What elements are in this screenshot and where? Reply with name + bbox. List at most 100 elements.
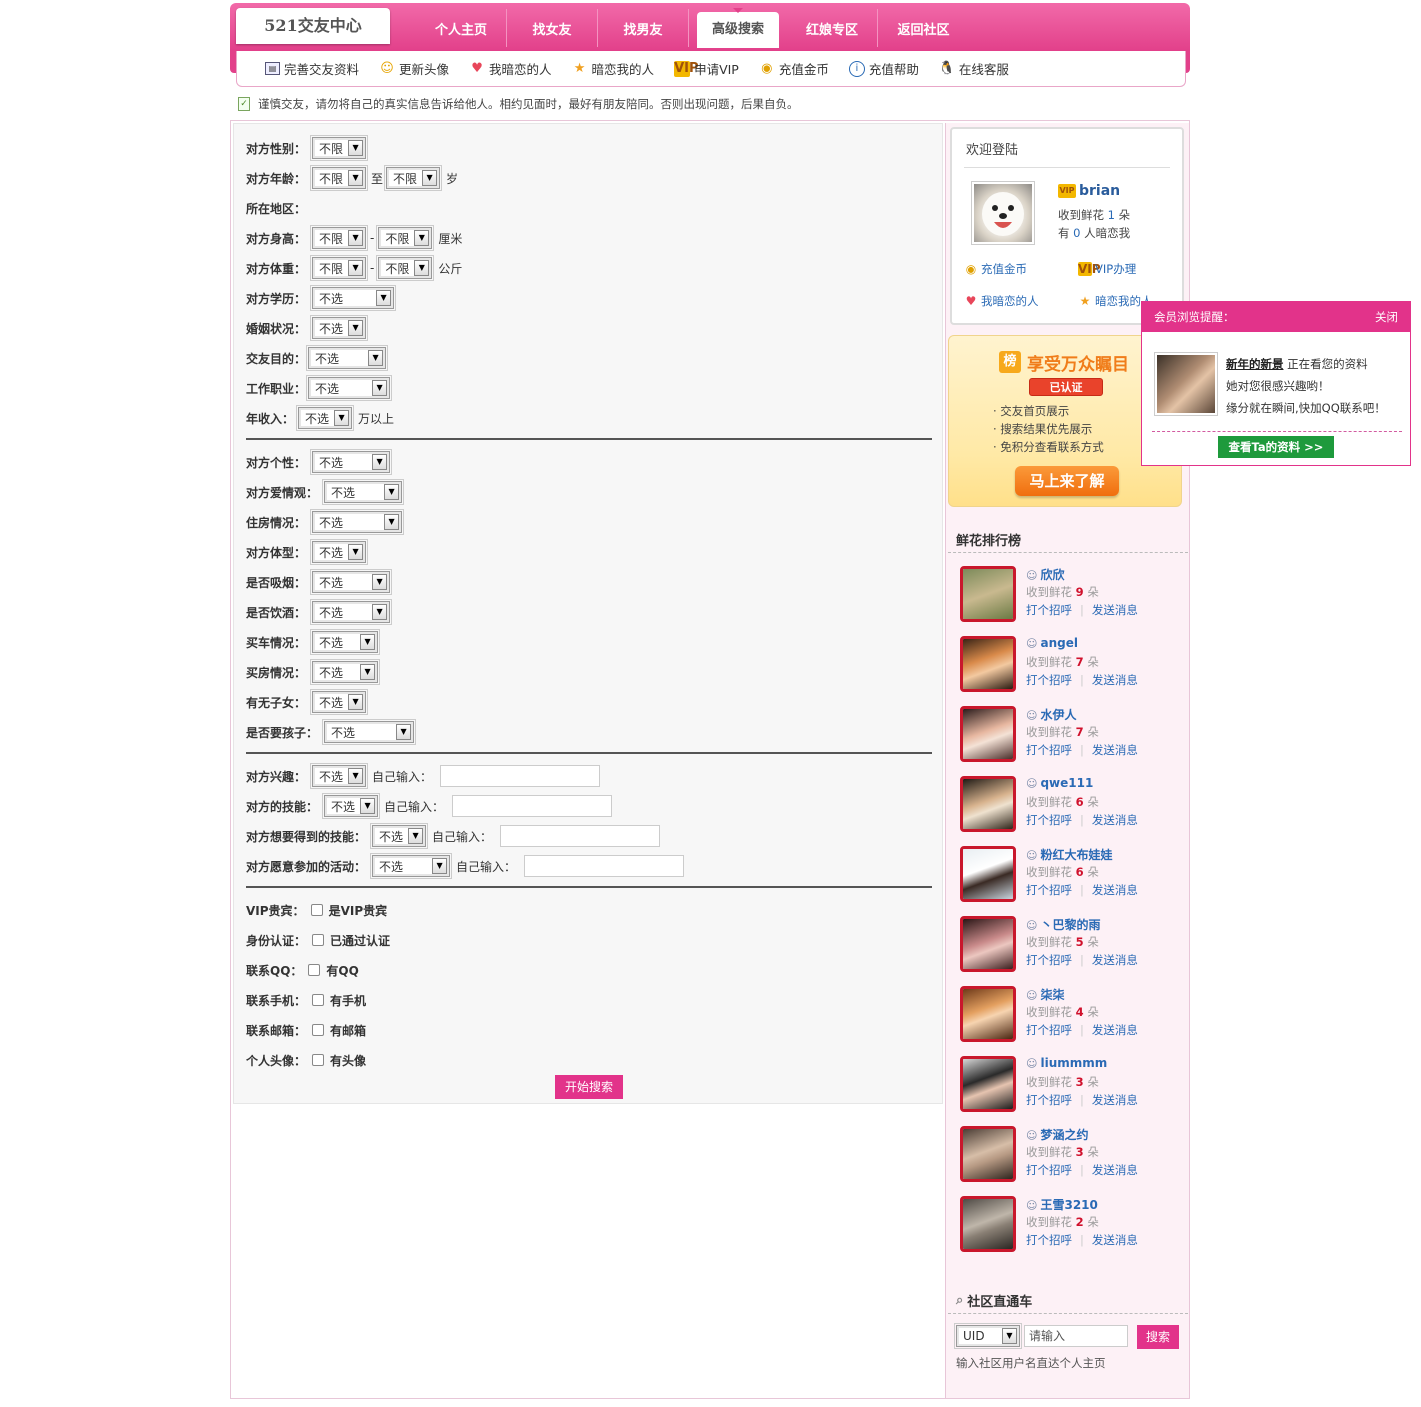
qq-checkbox[interactable] <box>308 964 321 976</box>
send-message-link[interactable]: 发送消息 <box>1092 603 1138 617</box>
visitor-name[interactable]: 新年的新景 <box>1226 357 1284 371</box>
ranking-name[interactable]: 梦涵之约 <box>1026 1126 1088 1143</box>
start-search-button[interactable]: 开始搜索 <box>555 1075 623 1099</box>
smoke-select[interactable]: 不选 ▼ <box>310 569 393 595</box>
personality-select[interactable]: 不选 ▼ <box>310 449 393 475</box>
cert-checkbox[interactable] <box>312 934 325 946</box>
phone-checkbox[interactable] <box>312 994 325 1006</box>
ranking-avatar[interactable] <box>960 916 1016 972</box>
greet-link[interactable]: 打个招呼 <box>1026 883 1072 897</box>
ranking-avatar[interactable] <box>960 1196 1016 1252</box>
send-message-link[interactable]: 发送消息 <box>1092 1023 1138 1037</box>
vip-checkbox[interactable] <box>310 904 323 916</box>
want-skills-custom-input[interactable] <box>500 825 661 847</box>
send-message-link[interactable]: 发送消息 <box>1092 1093 1138 1107</box>
want-skills-select[interactable]: 不选 ▼ <box>370 823 429 849</box>
ranking-name[interactable]: liummmm <box>1026 1056 1107 1070</box>
purpose-select[interactable]: 不选 ▼ <box>306 345 389 371</box>
popup-close-button[interactable]: 关闭 <box>1375 309 1398 325</box>
want-child-select[interactable]: 不选 ▼ <box>322 719 417 745</box>
avatar-checkbox[interactable] <box>312 1054 325 1066</box>
ranking-name[interactable]: 欣欣 <box>1026 566 1064 583</box>
greet-link[interactable]: 打个招呼 <box>1026 1163 1072 1177</box>
community-search-button[interactable]: 搜索 <box>1137 1325 1179 1349</box>
username[interactable]: VIP brian <box>1058 183 1120 199</box>
vip-link[interactable]: VIP VIP办理 <box>1078 261 1136 277</box>
income-select[interactable]: 不选 ▼ <box>296 405 355 431</box>
ranking-avatar[interactable] <box>960 776 1016 832</box>
weight-from-select[interactable]: 不限 ▼ <box>310 255 369 281</box>
subnav-complete-profile[interactable]: ▤ 完善交友资料 <box>265 59 359 78</box>
subnav-online-service[interactable]: 🐧 在线客服 <box>939 59 1009 78</box>
drink-select[interactable]: 不选 ▼ <box>310 599 393 625</box>
nav-home[interactable]: 个人主页 <box>416 9 507 47</box>
greet-link[interactable]: 打个招呼 <box>1026 1093 1072 1107</box>
height-from-select[interactable]: 不限 ▼ <box>310 225 369 251</box>
height-to-select[interactable]: 不限 ▼ <box>376 225 435 251</box>
ranking-avatar[interactable] <box>960 846 1016 902</box>
send-message-link[interactable]: 发送消息 <box>1092 673 1138 687</box>
greet-link[interactable]: 打个招呼 <box>1026 1023 1072 1037</box>
ranking-avatar[interactable] <box>960 986 1016 1042</box>
skills-select[interactable]: 不选 ▼ <box>322 793 381 819</box>
send-message-link[interactable]: 发送消息 <box>1092 743 1138 757</box>
site-logo[interactable]: 521交友中心 <box>236 8 390 44</box>
nav-find-girlfriend[interactable]: 找女友 <box>507 9 598 47</box>
send-message-link[interactable]: 发送消息 <box>1092 953 1138 967</box>
job-select[interactable]: 不选 ▼ <box>306 375 393 401</box>
ranking-name[interactable]: 柒柒 <box>1026 986 1064 1003</box>
recharge-coins-link[interactable]: ◉ 充值金币 <box>964 261 1027 277</box>
subnav-apply-vip[interactable]: VIP 申请VIP <box>674 59 739 78</box>
car-select[interactable]: 不选 ▼ <box>310 629 381 655</box>
love-view-select[interactable]: 不选 ▼ <box>322 479 405 505</box>
activities-select[interactable]: 不选 ▼ <box>370 853 453 879</box>
activities-custom-input[interactable] <box>524 855 685 877</box>
ranking-name[interactable]: 王雪3210 <box>1026 1196 1097 1213</box>
uid-type-select[interactable]: UID ▼ <box>954 1323 1022 1349</box>
housing-select[interactable]: 不选 ▼ <box>310 509 405 535</box>
ranking-avatar[interactable] <box>960 636 1016 692</box>
age-from-select[interactable]: 不限 ▼ <box>310 165 369 191</box>
body-select[interactable]: 不选 ▼ <box>310 539 369 565</box>
learn-more-button[interactable]: 马上来了解 <box>1015 466 1119 496</box>
ranking-name[interactable]: angel <box>1026 636 1077 650</box>
marriage-select[interactable]: 不选 ▼ <box>310 315 369 341</box>
interest-select[interactable]: 不选 ▼ <box>310 763 369 789</box>
send-message-link[interactable]: 发送消息 <box>1092 883 1138 897</box>
uid-input[interactable]: 请输入 <box>1024 1325 1128 1347</box>
subnav-my-crushes[interactable]: ♥ 我暗恋的人 <box>469 59 551 78</box>
greet-link[interactable]: 打个招呼 <box>1026 1233 1072 1247</box>
greet-link[interactable]: 打个招呼 <box>1026 743 1072 757</box>
gender-select[interactable]: 不限 ▼ <box>310 135 369 161</box>
weight-to-select[interactable]: 不限 ▼ <box>376 255 435 281</box>
house-buy-select[interactable]: 不选 ▼ <box>310 659 381 685</box>
interest-custom-input[interactable] <box>440 765 601 787</box>
children-select[interactable]: 不选 ▼ <box>310 689 369 715</box>
send-message-link[interactable]: 发送消息 <box>1092 1233 1138 1247</box>
send-message-link[interactable]: 发送消息 <box>1092 1163 1138 1177</box>
skills-custom-input[interactable] <box>452 795 613 817</box>
education-select[interactable]: 不选 ▼ <box>310 285 397 311</box>
ranking-avatar[interactable] <box>960 1126 1016 1182</box>
nav-advanced-search[interactable]: 高级搜索 <box>697 8 779 48</box>
nav-back-community[interactable]: 返回社区 <box>878 9 969 47</box>
email-checkbox[interactable] <box>312 1024 325 1036</box>
age-to-select[interactable]: 不限 ▼ <box>384 165 443 191</box>
view-profile-button[interactable]: 查看Ta的资料 >> <box>1218 436 1334 458</box>
my-crushes-link[interactable]: ♥ 我暗恋的人 <box>964 293 1039 309</box>
subnav-crush-me[interactable]: ★ 暗恋我的人 <box>572 59 654 78</box>
ranking-avatar[interactable] <box>960 566 1016 622</box>
visitor-avatar[interactable] <box>1154 352 1218 416</box>
subnav-update-avatar[interactable]: ☺ 更新头像 <box>379 59 449 78</box>
ranking-name[interactable]: 粉红大布娃娃 <box>1026 846 1112 863</box>
send-message-link[interactable]: 发送消息 <box>1092 813 1138 827</box>
user-avatar[interactable] <box>971 181 1035 245</box>
ranking-name[interactable]: 丶巴黎的雨 <box>1026 916 1100 933</box>
ranking-avatar[interactable] <box>960 706 1016 762</box>
ranking-name[interactable]: 水伊人 <box>1026 706 1076 723</box>
subnav-recharge-help[interactable]: i 充值帮助 <box>848 59 919 78</box>
subnav-recharge-coins[interactable]: ◉ 充值金币 <box>759 59 829 78</box>
greet-link[interactable]: 打个招呼 <box>1026 603 1072 617</box>
ranking-avatar[interactable] <box>960 1056 1016 1112</box>
ranking-name[interactable]: qwe111 <box>1026 776 1093 790</box>
